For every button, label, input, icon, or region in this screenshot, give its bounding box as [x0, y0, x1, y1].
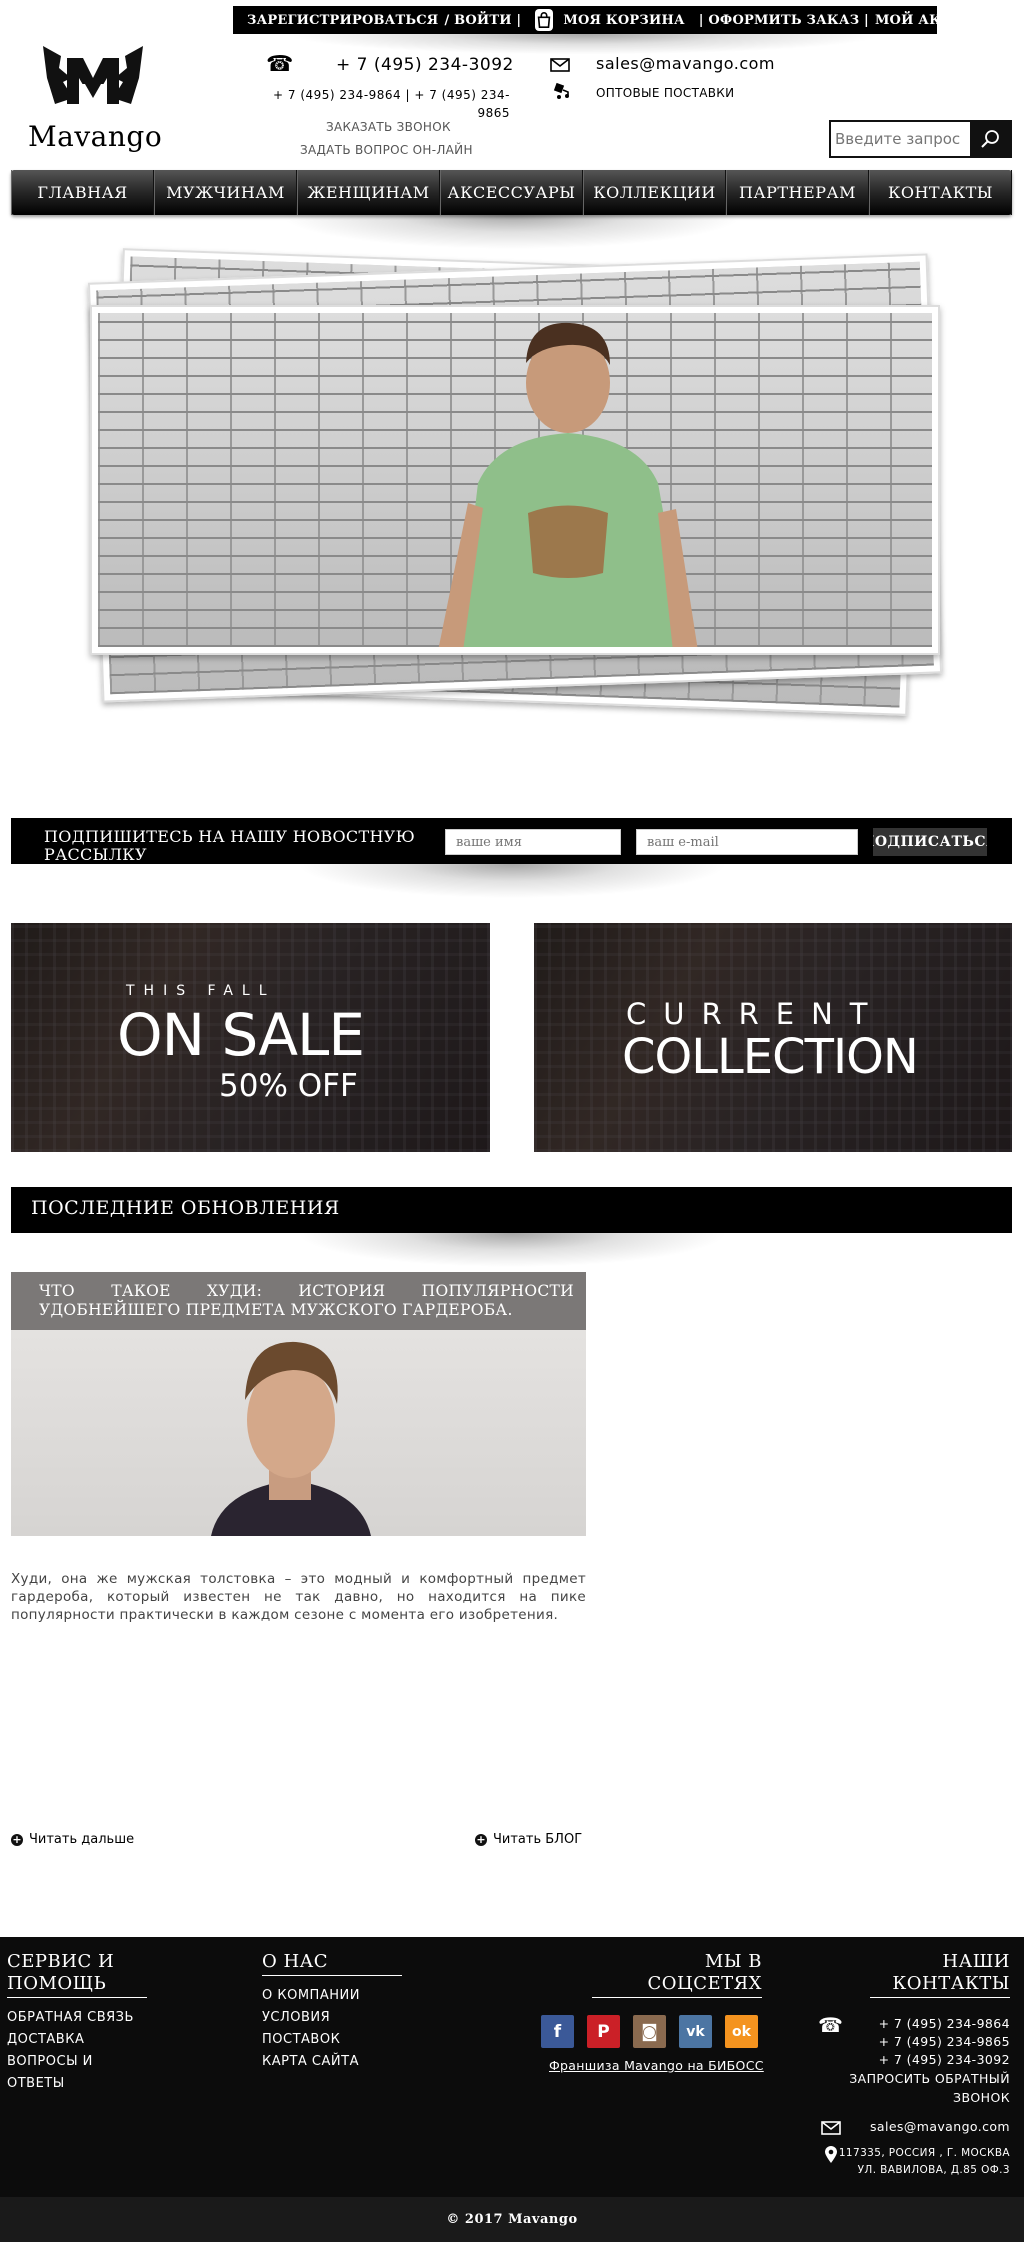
- facebook-icon[interactable]: f: [541, 2015, 574, 2048]
- footer-contacts-title: НАШИ КОНТАКТЫ: [870, 1951, 1010, 1998]
- footer-service-links: ОБРАТНАЯ СВЯЗЬ ДОСТАВКА ВОПРОСЫ И ОТВЕТЫ: [7, 2007, 134, 2095]
- search-button[interactable]: [970, 122, 1010, 156]
- post-excerpt: Худи, она же мужская толстовка – это мод…: [11, 1571, 586, 1623]
- search-icon: [981, 130, 999, 148]
- updates-shadow: [260, 1233, 764, 1273]
- nav-item-home[interactable]: ГЛАВНАЯ: [11, 170, 154, 215]
- plus-circle-icon: +: [475, 1832, 487, 1846]
- collection-banner-small: CURRENT: [626, 997, 885, 1031]
- plus-circle-icon: +: [11, 1832, 23, 1846]
- footer-link-company[interactable]: О КОМПАНИИ: [262, 1985, 360, 2007]
- post-image[interactable]: [11, 1330, 586, 1536]
- checkout-link[interactable]: | ОФОРМИТЬ ЗАКАЗ |: [699, 13, 869, 28]
- footer-link-feedback[interactable]: ОБРАТНАЯ СВЯЗЬ: [7, 2007, 134, 2029]
- sale-banner-small: THIS FALL: [126, 983, 276, 999]
- odnoklassniki-icon[interactable]: ok: [725, 2015, 758, 2048]
- subscribe-name-input[interactable]: [445, 829, 621, 855]
- footer-phone-3: + 7 (495) 234-3092: [878, 2052, 1010, 2067]
- nav-item-partners[interactable]: ПАРТНЕРАМ: [726, 170, 869, 215]
- wholesale-link[interactable]: ОПТОВЫЕ ПОСТАВКИ: [596, 86, 734, 100]
- request-callback-link[interactable]: ЗАПРОСИТЬ ОБРАТНЫЙ ЗВОНОК: [840, 2069, 1010, 2107]
- top-bar: ЗАРЕГИСТРИРОВАТЬСЯ / ВОЙТИ | МОЯ КОРЗИНА…: [233, 6, 997, 34]
- subscribe-button[interactable]: ПОДПИСАТЬСЯ: [873, 828, 987, 856]
- footer-about-title: О НАС: [262, 1951, 402, 1976]
- delivery-icon: [553, 82, 571, 104]
- footer-address-1: 117335, РОССИЯ , Г. МОСКВА: [838, 2147, 1010, 2159]
- updates-heading: ПОСЛЕДНИЕ ОБНОВЛЕНИЯ: [11, 1187, 1012, 1233]
- logo[interactable]: Mavango: [28, 38, 162, 153]
- nav-shadow: [240, 215, 784, 255]
- phone-alt: + 7 (495) 234-9864 | + 7 (495) 234- 9865: [240, 86, 510, 122]
- post-title[interactable]: ЧТО ТАКОЕ ХУДИ: ИСТОРИЯ ПОПУЛЯРНОСТИ УДО…: [11, 1272, 586, 1330]
- footer-link-supply[interactable]: ПОСТАВОК: [262, 2029, 360, 2051]
- footer-link-delivery[interactable]: ДОСТАВКА: [7, 2029, 134, 2051]
- footer: СЕРВИС И ПОМОЩЬ ОБРАТНАЯ СВЯЗЬ ДОСТАВКА …: [0, 1937, 1024, 2197]
- instagram-icon[interactable]: ◙: [633, 2015, 666, 2048]
- nav-item-collections[interactable]: КОЛЛЕКЦИИ: [583, 170, 726, 215]
- footer-phones: + 7 (495) 234-9864 + 7 (495) 234-9865 + …: [840, 2015, 1010, 2069]
- nav-item-women[interactable]: ЖЕНЩИНАМ: [297, 170, 440, 215]
- footer-phone-1: + 7 (495) 234-9864: [878, 2016, 1010, 2031]
- order-call-link[interactable]: ЗАКАЗАТЬ ЗВОНОК: [326, 120, 451, 134]
- post-model-image: [211, 1341, 371, 1536]
- read-more-link[interactable]: + Читать дальше: [11, 1832, 134, 1847]
- logo-text: Mavango: [28, 120, 163, 153]
- main-nav: ГЛАВНАЯ МУЖЧИНАМ ЖЕНЩИНАМ АКСЕССУАРЫ КОЛ…: [11, 170, 1012, 215]
- footer-social-title: МЫ В СОЦСЕТЯХ: [592, 1951, 762, 1998]
- footer-about-links: О КОМПАНИИ УСЛОВИЯ ПОСТАВОК КАРТА САЙТА: [262, 1985, 360, 2073]
- read-blog-link[interactable]: + Читать БЛОГ: [475, 1832, 582, 1847]
- social-icons: f P ◙ vk ok: [541, 2015, 758, 2048]
- footer-address: 117335, РОССИЯ , Г. МОСКВА УЛ. ВАВИЛОВА,…: [790, 2145, 1010, 2179]
- subscribe-title: ПОДПИШИТЕСЬ НА НАШУ НОВОСТНУЮ РАССЫЛКУ: [44, 827, 415, 864]
- franchise-link[interactable]: Франшиза Mavango на БИБОСС: [549, 2058, 764, 2073]
- phone-icon: ☎: [266, 52, 294, 77]
- footer-link-faq[interactable]: ВОПРОСЫ И: [7, 2051, 134, 2073]
- nav-item-contacts[interactable]: КОНТАКТЫ: [869, 170, 1012, 215]
- footer-phone-2: + 7 (495) 234-9865: [878, 2034, 1010, 2049]
- footer-mail-icon: [821, 2120, 841, 2139]
- vk-icon[interactable]: vk: [679, 2015, 712, 2048]
- register-link[interactable]: ЗАРЕГИСТРИРОВАТЬСЯ: [247, 13, 438, 28]
- cart-link[interactable]: МОЯ КОРЗИНА: [563, 13, 684, 28]
- mail-icon: [550, 57, 570, 76]
- search-input[interactable]: [831, 122, 970, 156]
- footer-address-2: УЛ. ВАВИЛОВА, Д.85 ОФ.3: [857, 2164, 1010, 2176]
- footer-link-sitemap[interactable]: КАРТА САЙТА: [262, 2051, 360, 2073]
- footer-link-terms[interactable]: УСЛОВИЯ: [262, 2007, 360, 2029]
- header-email-link[interactable]: sales@mavango.com: [596, 54, 775, 73]
- sale-banner-big: ON SALE: [117, 1001, 365, 1069]
- sale-banner-sub: 50% OFF: [219, 1068, 358, 1104]
- pinterest-icon[interactable]: P: [587, 2015, 620, 2048]
- search-box: [829, 120, 1012, 158]
- ask-online-link[interactable]: ЗАДАТЬ ВОПРОС ОН-ЛАЙН: [300, 143, 473, 157]
- nav-item-men[interactable]: МУЖЧИНАМ: [154, 170, 297, 215]
- subscribe-shadow: [260, 864, 764, 904]
- footer-link-answers[interactable]: ОТВЕТЫ: [7, 2073, 134, 2095]
- read-more-label: Читать дальше: [29, 1832, 135, 1847]
- read-blog-label: Читать БЛОГ: [493, 1832, 583, 1847]
- hero-slider[interactable]: [70, 248, 960, 716]
- account-link[interactable]: МОЙ АККАУНТ: [875, 13, 997, 28]
- collection-banner[interactable]: CURRENT COLLECTION: [534, 923, 1012, 1152]
- login-link[interactable]: / ВОЙТИ |: [444, 13, 521, 28]
- logo-wings-icon: [43, 46, 143, 108]
- subscribe-email-input[interactable]: [636, 829, 858, 855]
- footer-email-link[interactable]: sales@mavango.com: [840, 2119, 1010, 2134]
- copyright: © 2017 Mavango: [0, 2197, 1024, 2242]
- phone-main: + 7 (495) 234-3092: [336, 55, 514, 75]
- cart-bag-icon[interactable]: [535, 9, 554, 31]
- sale-banner[interactable]: THIS FALL ON SALE 50% OFF: [11, 923, 490, 1152]
- collection-banner-big: COLLECTION: [622, 1029, 919, 1085]
- nav-item-accessories[interactable]: АКСЕССУАРЫ: [440, 170, 583, 215]
- phone-alt-line-1: + 7 (495) 234-9864 | + 7 (495) 234-: [273, 88, 510, 102]
- hero-frame-front: [90, 305, 940, 655]
- hero-model-image: [438, 322, 698, 647]
- footer-service-title: СЕРВИС И ПОМОЩЬ: [7, 1951, 147, 1998]
